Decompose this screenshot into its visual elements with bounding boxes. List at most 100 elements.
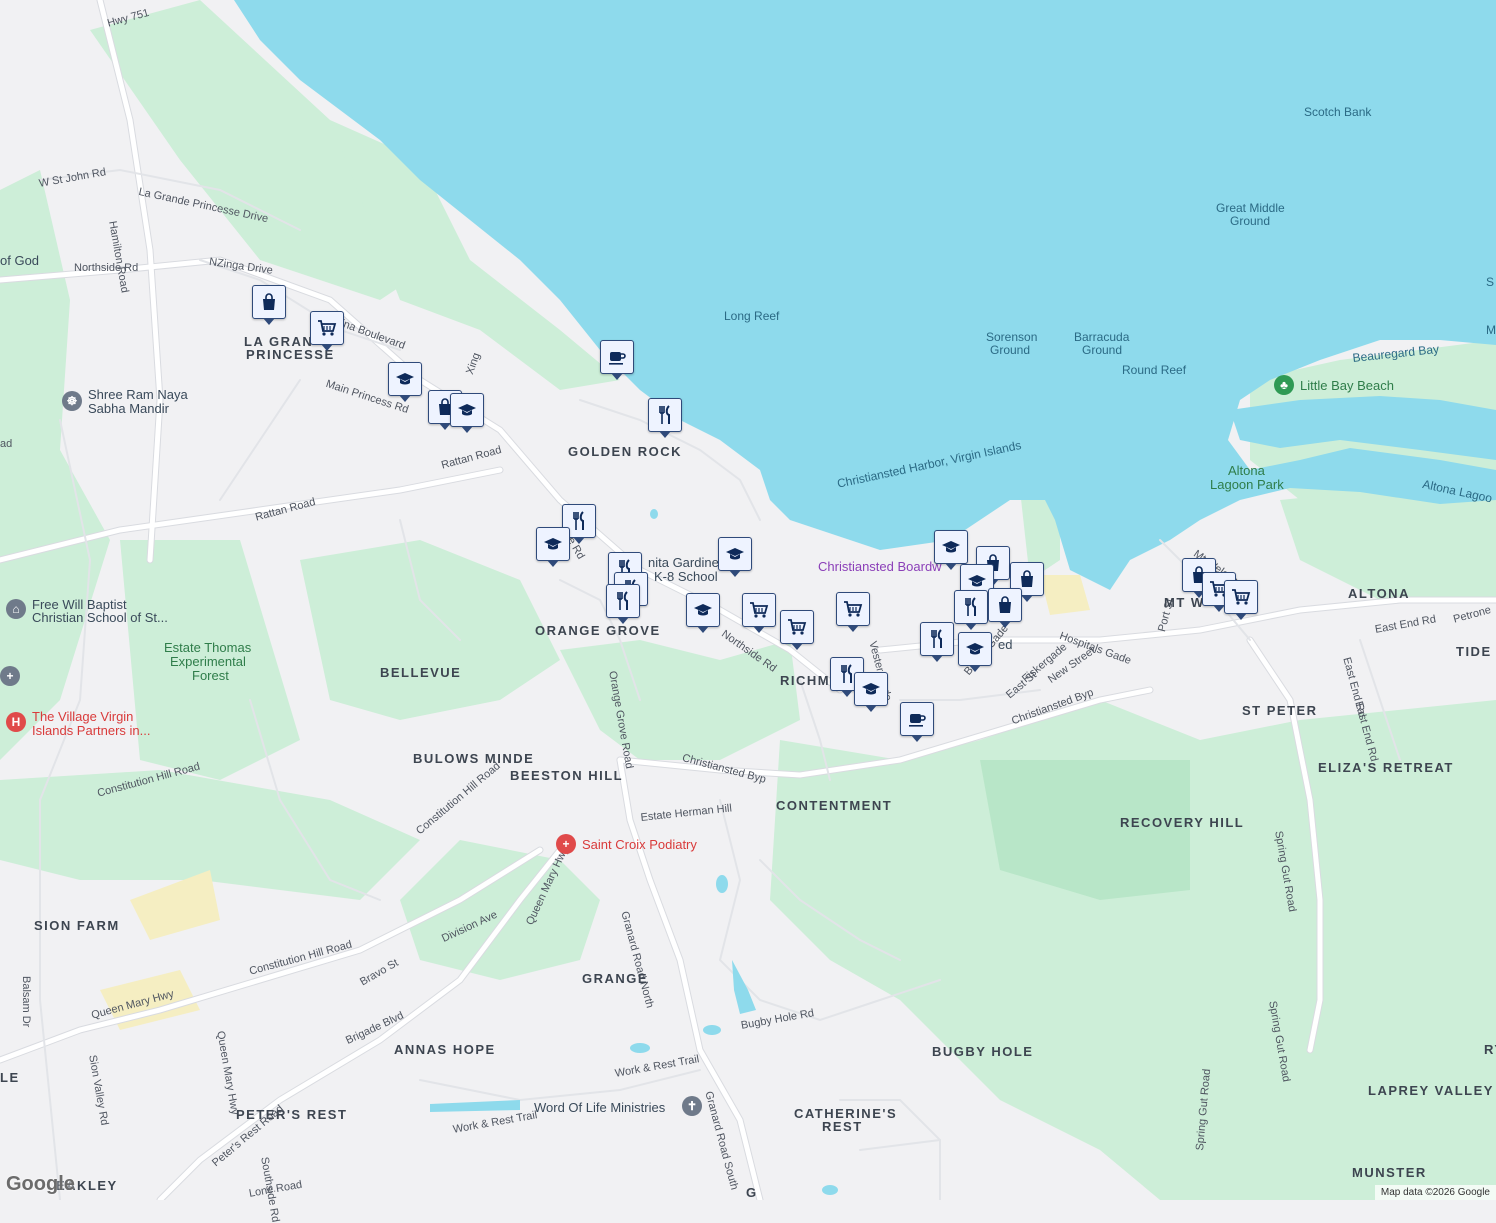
map-label: TIDE V (1456, 644, 1496, 659)
cafe-marker[interactable] (600, 340, 634, 380)
map-label: BUGBY HOLE (932, 1044, 1034, 1059)
shopping-bag-marker[interactable] (988, 588, 1022, 628)
map-label: BULOWS MINDE (413, 751, 535, 766)
map-label: ORANGE GROVE (535, 623, 661, 638)
map-label: Lagoon Park (1210, 477, 1284, 492)
cafe-icon (907, 710, 927, 728)
map-label: Sabha Mandir (88, 401, 169, 416)
map-attribution[interactable]: Map data ©2026 Google (1374, 1185, 1496, 1200)
map-label: Round Reef (1122, 363, 1187, 377)
shopping-cart-icon (787, 618, 807, 636)
map-label: Saint Croix Podiatry (582, 837, 697, 852)
map-label: Balsam Dr (20, 976, 32, 1028)
map-label: Northside Rd (74, 262, 139, 274)
map-label: ANNAS HOPE (394, 1042, 496, 1057)
map-label: Little Bay Beach (1300, 378, 1394, 393)
map-label: ELIZA'S RETREAT (1318, 760, 1454, 775)
map-label: ALTONA (1348, 586, 1410, 601)
restaurant-icon (929, 629, 945, 649)
map-label: BELLEVUE (380, 665, 462, 680)
map-label: RECOVERY HILL (1120, 815, 1245, 830)
school-icon (725, 546, 745, 562)
cafe-marker[interactable] (900, 702, 934, 742)
map-label: GOLDEN ROCK (568, 444, 682, 459)
school-marker[interactable] (854, 672, 888, 712)
school-marker[interactable] (958, 632, 992, 672)
map-label: MUNSTER (1352, 1165, 1427, 1180)
map-label: G (746, 1185, 758, 1200)
restaurant-icon (615, 591, 631, 611)
shopping-cart-icon (843, 600, 863, 618)
temple-icon[interactable]: ☸ (62, 391, 82, 411)
school-icon (967, 573, 987, 589)
school-icon (693, 602, 713, 618)
shopping-bag-icon (1018, 570, 1036, 588)
map-label: Shree Ram Naya (88, 387, 188, 402)
school-marker[interactable] (686, 593, 720, 633)
restaurant-marker[interactable] (648, 398, 682, 438)
shopping-bag-icon (996, 596, 1014, 614)
school-marker[interactable] (450, 393, 484, 433)
map-label: of God (0, 253, 40, 268)
restaurant-icon (839, 664, 855, 684)
map-label: LAPREY VALLEY (1368, 1083, 1494, 1098)
map-label: CONTENTMENT (776, 798, 893, 813)
map-label: Ground (990, 343, 1031, 357)
restaurant-icon (657, 405, 673, 425)
school-icon (543, 536, 563, 552)
map-label: Christiansted Boardw (818, 559, 942, 574)
restaurant-marker[interactable] (954, 590, 988, 630)
shopping-cart-marker[interactable] (836, 592, 870, 632)
school-icon (861, 681, 881, 697)
map-label: BEESTON HILL (510, 768, 624, 783)
map-label: ST PETER (1242, 703, 1318, 718)
restaurant-marker[interactable] (920, 622, 954, 662)
shopping-bag-marker[interactable] (252, 285, 286, 325)
school-marker[interactable] (934, 530, 968, 570)
map-label: Ground (1082, 343, 1123, 357)
medical-icon[interactable]: + (556, 834, 576, 854)
map-label: RY (1484, 1042, 1496, 1057)
school-icon (395, 371, 415, 387)
map-label: Forest (192, 668, 229, 683)
map-label: SION FARM (34, 918, 120, 933)
shopping-cart-marker[interactable] (742, 593, 776, 633)
map-label: Estate Thomas (164, 640, 252, 655)
map-label: Altona (1228, 463, 1265, 478)
map-label: Islands Partners in... (32, 723, 151, 738)
map-label: Long Reef (724, 309, 780, 323)
school-icon (457, 402, 477, 418)
map-label: K-8 School (654, 569, 718, 584)
shopping-bag-icon (260, 293, 278, 311)
school-icon (941, 539, 961, 555)
map-label: S (1486, 275, 1495, 289)
school-pin-icon[interactable]: ⌂ (6, 599, 26, 619)
map-label: Ground (1230, 214, 1271, 228)
church-icon[interactable]: ✝ (682, 1096, 702, 1116)
school-icon (965, 641, 985, 657)
map-label: Experimental (170, 654, 246, 669)
park-icon[interactable]: ♣ (1274, 375, 1294, 395)
cafe-icon (607, 348, 627, 366)
map-label: GRANGE (582, 971, 649, 986)
hospital-icon[interactable]: H (6, 712, 26, 732)
map-label: LE (0, 1070, 20, 1085)
map-label: Christian School of St... (32, 610, 168, 625)
school-marker[interactable] (536, 527, 570, 567)
restaurant-icon (571, 511, 587, 531)
restaurant-marker[interactable] (606, 584, 640, 624)
shopping-cart-marker[interactable] (780, 610, 814, 650)
school-marker[interactable] (388, 362, 422, 402)
shopping-cart-icon (749, 601, 769, 619)
map-label: RICHM (780, 673, 831, 688)
restaurant-icon (963, 597, 979, 617)
hospital-icon-edge[interactable]: + (0, 666, 20, 686)
map-label: Scotch Bank (1304, 105, 1372, 119)
map-label: The Village Virgin (32, 709, 134, 724)
shopping-cart-marker[interactable] (310, 311, 344, 351)
shopping-cart-marker[interactable] (1224, 580, 1258, 620)
shopping-cart-icon (317, 319, 337, 337)
google-logo: Google (6, 1173, 75, 1195)
map-label: nita Gardine (648, 555, 719, 570)
school-marker[interactable] (718, 537, 752, 577)
